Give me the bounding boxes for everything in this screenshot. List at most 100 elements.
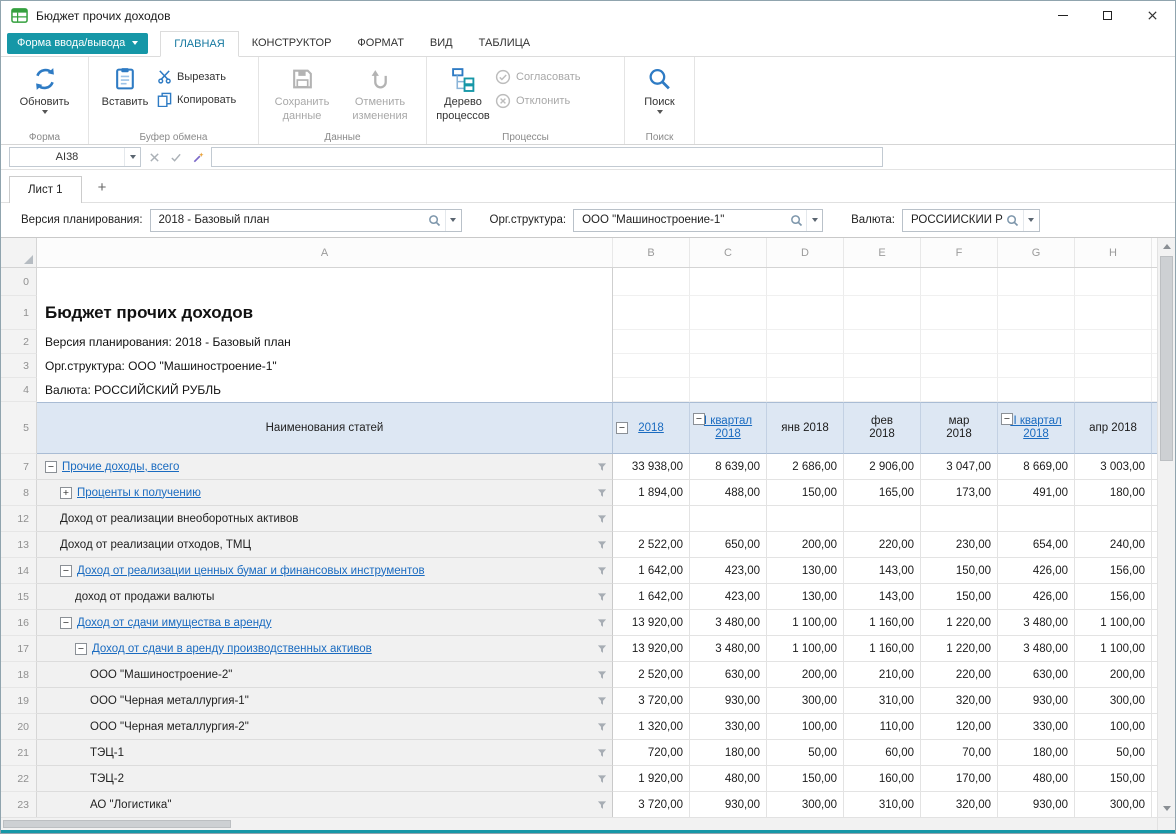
row-name-cell[interactable]: −Доход от сдачи имущества в аренду [37, 610, 613, 636]
row-name-cell[interactable]: ТЭЦ-2 [37, 766, 613, 792]
select-all-corner[interactable] [1, 238, 37, 267]
row-header-20[interactable]: 20 [1, 714, 37, 740]
row-name-cell[interactable]: АО "Логистика" [37, 792, 613, 817]
grid-cell[interactable]: 426,00 [998, 558, 1075, 584]
grid-cell[interactable]: 300,00 [1075, 688, 1152, 714]
row-name-cell[interactable]: −Прочие доходы, всего [37, 454, 613, 480]
grid-cell[interactable]: 930,00 [998, 688, 1075, 714]
vertical-scrollbar[interactable] [1157, 238, 1175, 817]
period-header-cell[interactable]: −I квартал 2018 [690, 402, 767, 454]
grid-cell[interactable]: 1 642,00 [613, 558, 690, 584]
doc-cell[interactable] [37, 268, 613, 296]
io-form-menu-button[interactable]: Форма ввода/вывода [7, 33, 148, 54]
row-name-cell[interactable]: Доход от реализации отходов, ТМЦ [37, 532, 613, 558]
period-header-cell[interactable]: −II квартал 2018 [998, 402, 1075, 454]
column-header-d[interactable]: D [767, 238, 844, 267]
column-header-f[interactable]: F [921, 238, 998, 267]
search-button[interactable]: Поиск [629, 60, 690, 114]
grid-cell[interactable] [844, 268, 921, 296]
period-header-label[interactable]: II квартал 2018 [1008, 415, 1064, 441]
expand-toggle[interactable]: + [60, 487, 72, 499]
grid-cell[interactable]: 1 100,00 [1075, 610, 1152, 636]
row-header-22[interactable]: 22 [1, 766, 37, 792]
filter-icon[interactable] [597, 618, 607, 628]
grid-cell[interactable]: 13 920,00 [613, 610, 690, 636]
grid-cell[interactable] [767, 268, 844, 296]
grid-cell[interactable]: 220,00 [844, 532, 921, 558]
grid-cell[interactable] [613, 296, 690, 330]
grid-cell[interactable]: 3 480,00 [998, 636, 1075, 662]
grid-cell[interactable]: 320,00 [921, 792, 998, 817]
row-label[interactable]: Проценты к получению [77, 487, 201, 499]
column-header-a[interactable]: A [37, 238, 613, 267]
period-header-cell[interactable]: мар 2018 [921, 402, 998, 454]
collapse-toggle[interactable]: − [45, 461, 57, 473]
row-header-12[interactable]: 12 [1, 506, 37, 532]
filter-icon[interactable] [597, 748, 607, 758]
grid-cell[interactable]: 180,00 [998, 740, 1075, 766]
row-name-cell[interactable]: + Проценты к получению [37, 480, 613, 506]
grid-cell[interactable]: 310,00 [844, 688, 921, 714]
grid-cell[interactable] [921, 296, 998, 330]
grid-cell[interactable] [998, 330, 1075, 354]
row-header-7[interactable]: 7 [1, 454, 37, 480]
grid-cell[interactable] [690, 354, 767, 378]
column-header-h[interactable]: H [1075, 238, 1152, 267]
grid-cell[interactable] [613, 268, 690, 296]
grid-cell[interactable]: 3 480,00 [998, 610, 1075, 636]
grid-cell[interactable]: 160,00 [844, 766, 921, 792]
grid-cell[interactable]: 480,00 [690, 766, 767, 792]
grid-cell[interactable]: 240,00 [1075, 532, 1152, 558]
period-header-cell[interactable]: −2018 [613, 402, 690, 454]
grid-cell[interactable]: 1 220,00 [921, 636, 998, 662]
row-header-16[interactable]: 16 [1, 610, 37, 636]
grid-cell[interactable]: 630,00 [690, 662, 767, 688]
grid-cell[interactable]: 1 220,00 [921, 610, 998, 636]
grid-cell[interactable] [998, 378, 1075, 402]
grid-cell[interactable]: 50,00 [1075, 740, 1152, 766]
period-header-cell[interactable]: янв 2018 [767, 402, 844, 454]
row-header-1[interactable]: 1 [1, 296, 37, 330]
scroll-down-icon[interactable] [1158, 800, 1175, 817]
grid-cell[interactable] [1075, 268, 1152, 296]
cell-name-box[interactable]: AI38 [9, 147, 141, 167]
grid-cell[interactable]: 70,00 [921, 740, 998, 766]
search-icon[interactable] [786, 214, 806, 227]
tab-home[interactable]: ГЛАВНАЯ [160, 31, 238, 57]
grid-cell[interactable] [998, 354, 1075, 378]
grid-cell[interactable]: 654,00 [998, 532, 1075, 558]
save-data-button[interactable]: Сохранить данные [263, 60, 341, 122]
formula-wizard-icon[interactable] [189, 151, 207, 164]
grid-cell[interactable] [921, 354, 998, 378]
grid-cell[interactable]: 130,00 [767, 584, 844, 610]
grid-cell[interactable]: 156,00 [1075, 558, 1152, 584]
grid-cell[interactable] [690, 296, 767, 330]
collapse-toggle[interactable]: − [1001, 413, 1013, 425]
collapse-toggle[interactable]: − [75, 643, 87, 655]
planning-version-combo[interactable]: 2018 - Базовый план [150, 209, 462, 232]
row-name-cell[interactable]: −Доход от реализации ценных бумаг и фина… [37, 558, 613, 584]
grid-cell[interactable]: 650,00 [690, 532, 767, 558]
grid-cell[interactable] [690, 268, 767, 296]
row-label[interactable]: Доход от сдачи в аренду производственных… [92, 643, 372, 655]
grid-cell[interactable]: 156,00 [1075, 584, 1152, 610]
grid-cell[interactable] [844, 506, 921, 532]
grid-cell[interactable]: 930,00 [690, 792, 767, 817]
grid-cell[interactable]: 230,00 [921, 532, 998, 558]
grid-cell[interactable]: 330,00 [998, 714, 1075, 740]
grid-cell[interactable]: 1 100,00 [767, 636, 844, 662]
grid-cell[interactable]: 210,00 [844, 662, 921, 688]
grid-cell[interactable]: 1 160,00 [844, 610, 921, 636]
row-label[interactable]: Прочие доходы, всего [62, 461, 179, 473]
vertical-scroll-thumb[interactable] [1160, 256, 1173, 461]
add-sheet-button[interactable]: + [98, 179, 107, 202]
chevron-down-icon[interactable] [124, 148, 140, 166]
reject-button[interactable]: Отклонить [495, 93, 580, 109]
grid-cell[interactable]: 1 642,00 [613, 584, 690, 610]
grid-cell[interactable]: 180,00 [690, 740, 767, 766]
grid-cell[interactable] [613, 506, 690, 532]
row-header-3[interactable]: 3 [1, 354, 37, 378]
paste-button[interactable]: Вставить [93, 60, 157, 108]
grid-cell[interactable] [921, 378, 998, 402]
grid-cell[interactable]: 2 522,00 [613, 532, 690, 558]
